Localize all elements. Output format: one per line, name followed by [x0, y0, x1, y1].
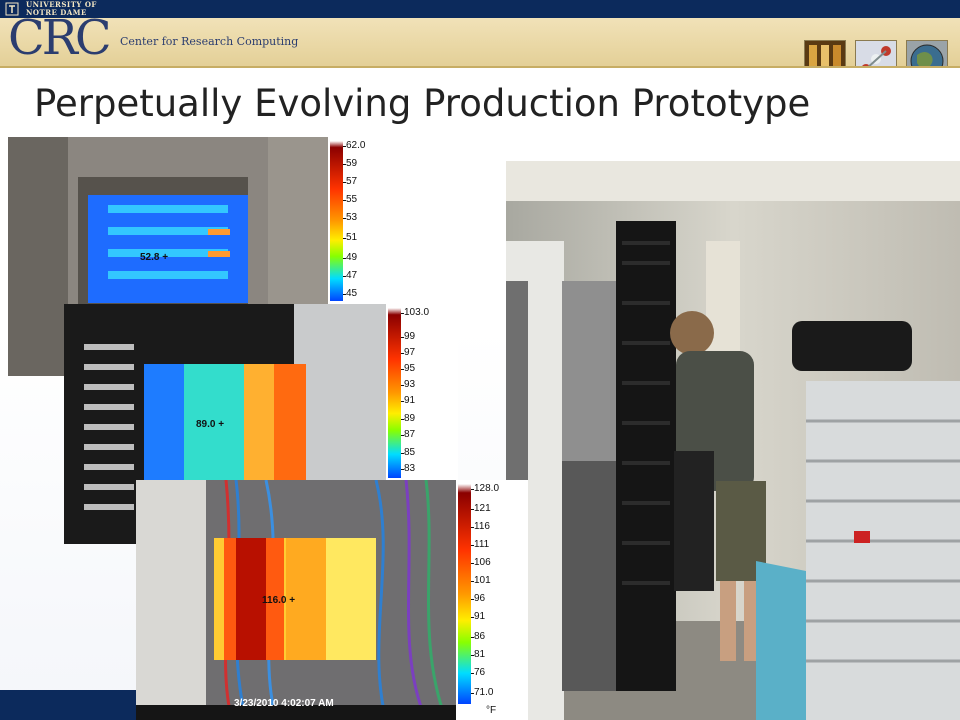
scale-tick: 106	[471, 557, 491, 568]
scale-tick: 53	[342, 212, 358, 223]
thermal-image-cabling-photo	[136, 480, 456, 720]
container-datacenter-photo	[506, 161, 960, 720]
scale-tick: 47	[342, 270, 358, 281]
scale-tick: 87	[400, 429, 416, 440]
crosshair-reading: 89.0 +	[196, 419, 225, 430]
scale-tick: 101	[471, 575, 491, 586]
top-bar: UNIVERSITY OF NOTRE DAME	[0, 0, 960, 18]
crc-logo: CRC	[8, 10, 112, 66]
scale-tick: 89	[400, 413, 416, 424]
scale-tick: 95	[400, 363, 416, 374]
scale-tick: 91	[470, 611, 486, 622]
scale-tick: 62.0	[342, 140, 366, 151]
crosshair-reading: 116.0 +	[262, 595, 296, 606]
temperature-scale: 62.0 59 57 55 53 51 49 47 45	[328, 137, 400, 307]
scale-tick: 55	[342, 194, 358, 205]
scale-tick: 76	[470, 667, 486, 678]
scale-tick: 83	[400, 463, 416, 474]
thermal-image-cabling: 116.0 + 128.0 121 116 111 106 101 96 91 …	[136, 480, 528, 720]
capture-timestamp: 3/23/2010 4:02:07 AM	[234, 698, 334, 709]
scale-tick: 45	[342, 288, 358, 299]
scale-tick: 128.0	[470, 483, 500, 494]
scale-tick: 49	[342, 252, 358, 263]
scale-tick: 57	[342, 176, 358, 187]
color-scale-bar	[330, 141, 343, 301]
scale-tick: 59	[342, 158, 358, 169]
slide-title: Perpetually Evolving Production Prototyp…	[34, 82, 811, 125]
scale-tick: 97	[400, 347, 416, 358]
scale-tick: 91	[400, 395, 416, 406]
crc-subtitle: Center for Research Computing	[120, 35, 299, 48]
temperature-unit: °F	[486, 705, 497, 716]
scale-tick: 51	[342, 232, 358, 243]
scale-tick: 96	[470, 593, 486, 604]
scale-tick: 116	[471, 521, 490, 532]
scale-tick: 121	[471, 503, 491, 514]
scale-tick: 85	[400, 447, 416, 458]
crosshair-reading: 52.8 +	[140, 252, 169, 263]
scale-tick: 111	[470, 539, 490, 550]
temperature-scale: 103.0 99 97 95 93 91 89 87 85 83	[386, 304, 458, 482]
temperature-scale: 128.0 121 116 111 106 101 96 91 86 81 76…	[456, 480, 528, 720]
scale-tick: 71.0	[470, 687, 494, 698]
scale-tick: 93	[400, 379, 416, 390]
scale-tick: 86	[470, 631, 486, 642]
header-banner: CRC Center for Research Computing	[0, 14, 960, 82]
color-scale-bar	[388, 308, 401, 478]
scale-tick: 81	[470, 649, 486, 660]
color-scale-bar	[458, 484, 471, 704]
scale-tick: 103.0	[400, 307, 430, 318]
scale-tick: 99	[400, 331, 416, 342]
